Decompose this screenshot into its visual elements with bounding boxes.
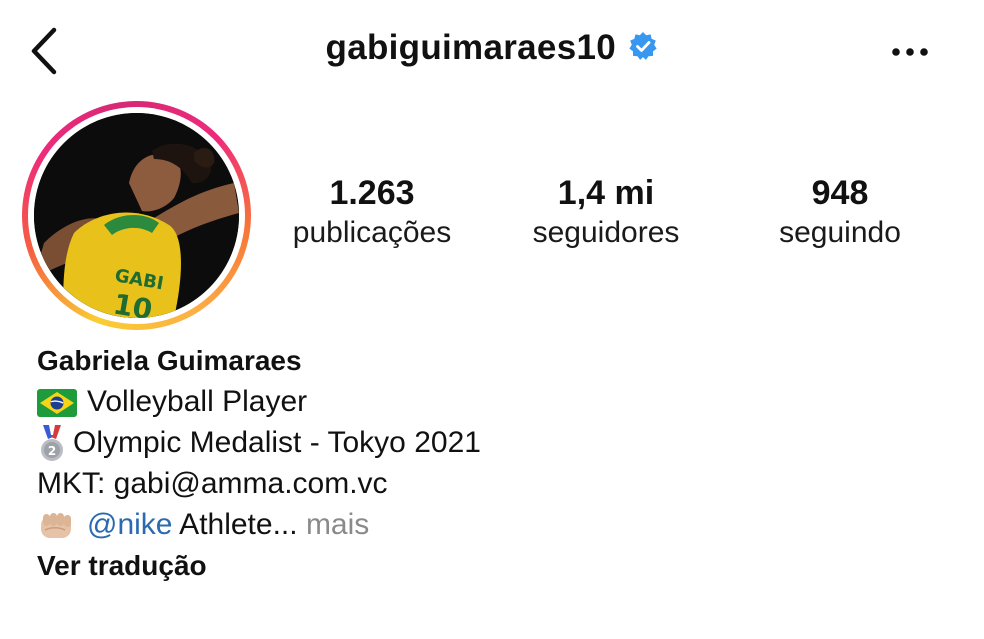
following-value: 948 bbox=[811, 174, 869, 212]
avatar-photo-illustration: GABI 10 bbox=[34, 113, 239, 318]
following-label: seguindo bbox=[779, 216, 901, 249]
followers-label: seguidores bbox=[532, 216, 680, 249]
profile-bio: Gabriela Guimaraes Volleyball Player 2 O… bbox=[37, 340, 957, 586]
avatar[interactable]: GABI 10 bbox=[34, 113, 239, 318]
profile-header: gabiguimaraes10 bbox=[0, 0, 984, 100]
followers-value: 1,4 mi bbox=[557, 174, 655, 212]
more-options-button[interactable] bbox=[888, 40, 936, 64]
bio-line-3: MKT: gabi@amma.com.vc bbox=[37, 463, 957, 504]
posts-count[interactable]: 1.263 publicações bbox=[272, 172, 472, 252]
brazil-flag-emoji-icon bbox=[37, 389, 77, 418]
bio-line-4: @nike Athlete... mais bbox=[37, 504, 957, 545]
posts-value: 1.263 bbox=[329, 174, 415, 212]
followers-count[interactable]: 1,4 mi seguidores bbox=[506, 172, 706, 252]
display-name: Gabriela Guimaraes bbox=[37, 345, 302, 376]
bio-more-link[interactable]: mais bbox=[306, 508, 369, 541]
bio-line-2: 2 Olympic Medalist - Tokyo 2021 bbox=[37, 422, 957, 463]
see-translation-button[interactable]: Ver tradução bbox=[37, 545, 957, 586]
bio-line-4-text: Athlete... bbox=[172, 508, 298, 542]
svg-text:2: 2 bbox=[48, 444, 56, 458]
silver-medal-emoji-icon: 2 bbox=[41, 425, 63, 462]
story-ring[interactable]: GABI 10 bbox=[22, 101, 251, 330]
more-horizontal-icon bbox=[892, 48, 928, 56]
username-title: gabiguimaraes10 bbox=[325, 28, 616, 67]
bio-line-2-text: Olympic Medalist - Tokyo 2021 bbox=[73, 426, 481, 459]
verified-badge-icon bbox=[629, 32, 658, 60]
fist-emoji-icon bbox=[41, 513, 71, 539]
title-bar: gabiguimaraes10 bbox=[0, 28, 984, 68]
bio-line-1-text: Volleyball Player bbox=[87, 385, 308, 418]
posts-label: publicações bbox=[292, 216, 452, 249]
following-count[interactable]: 948 seguindo bbox=[740, 172, 940, 252]
bio-line-3-text: MKT: gabi@amma.com.vc bbox=[37, 467, 388, 501]
nike-mention-link[interactable]: @nike bbox=[87, 508, 173, 541]
bio-line-1: Volleyball Player bbox=[37, 381, 957, 422]
